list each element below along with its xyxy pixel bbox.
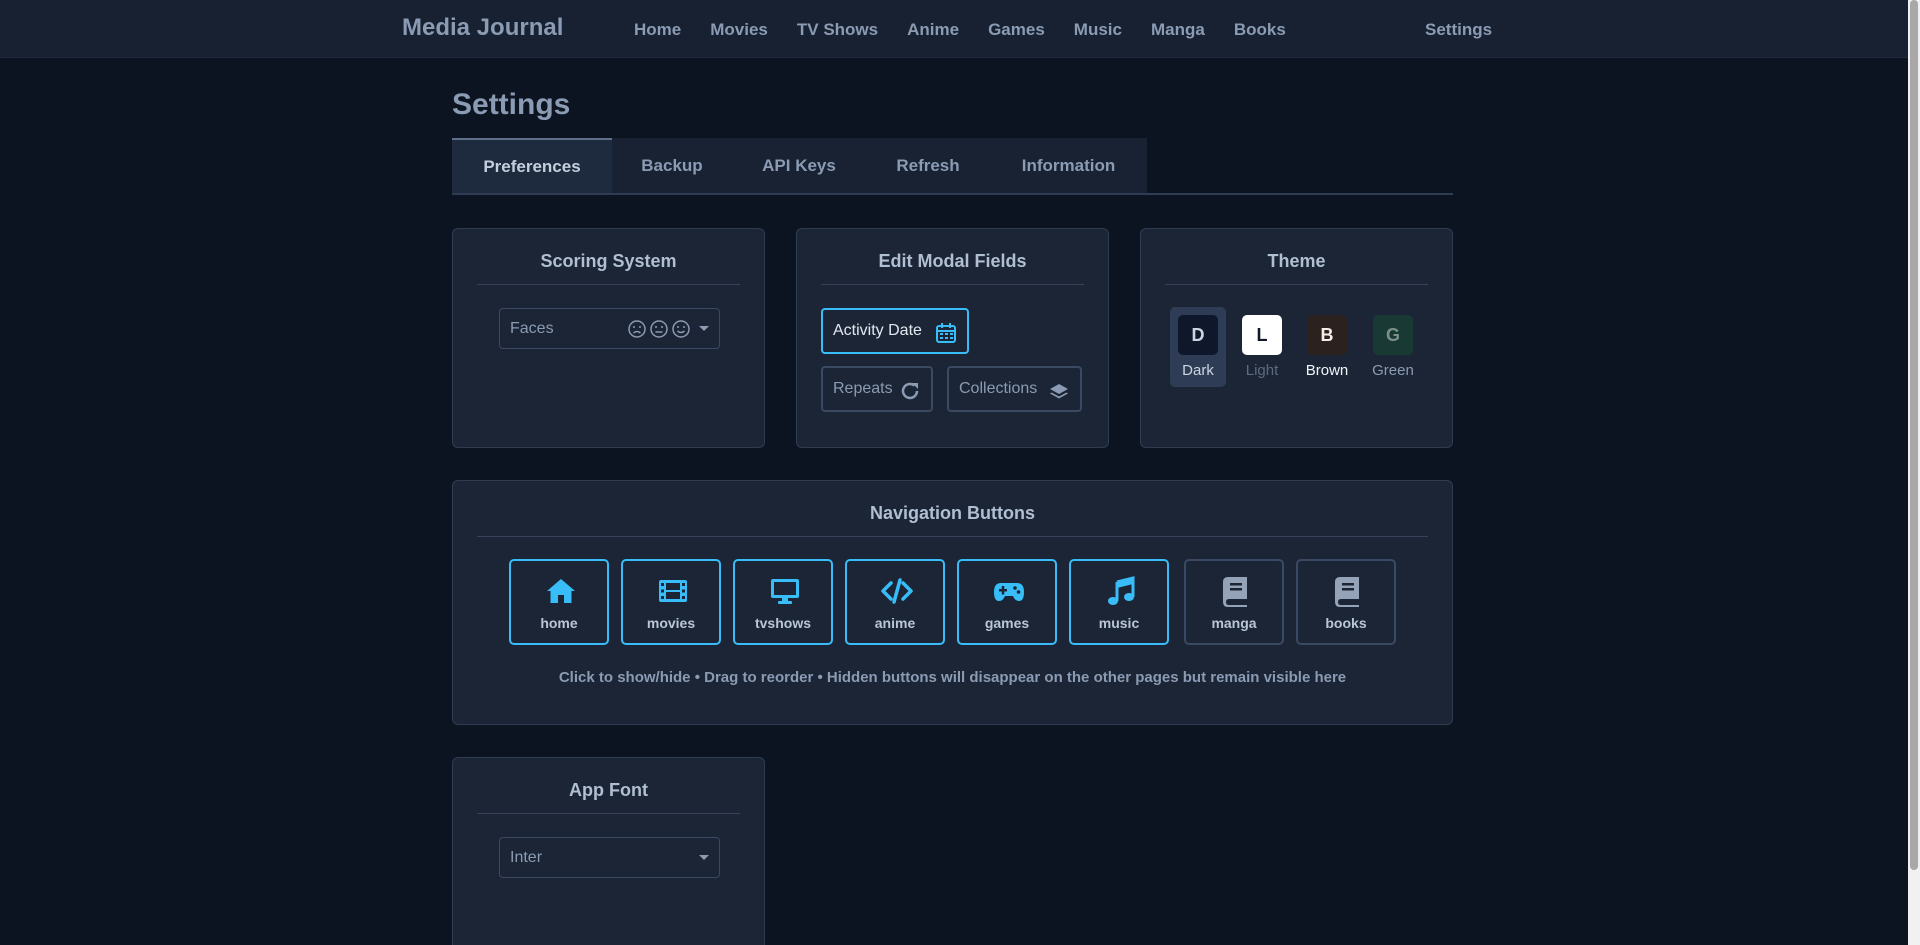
nav-link-manga[interactable]: Manga [1151, 20, 1205, 40]
film-icon [659, 580, 687, 602]
scoring-system-card: Scoring System Faces [452, 228, 765, 448]
nav-link-books[interactable]: Books [1234, 20, 1286, 40]
theme-option-brown[interactable]: B Brown [1299, 307, 1355, 387]
music-note-icon [1108, 576, 1135, 605]
tab-api-keys[interactable]: API Keys [732, 138, 866, 193]
tab-preferences[interactable]: Preferences [452, 138, 612, 193]
sad-face-icon [628, 320, 646, 338]
tab-information[interactable]: Information [990, 138, 1147, 193]
neutral-face-icon [650, 320, 668, 338]
tab-backup[interactable]: Backup [612, 138, 732, 193]
app-font-title: App Font [477, 780, 740, 814]
nav-toggle-label: manga [1211, 615, 1257, 631]
nav-link-movies[interactable]: Movies [710, 20, 768, 40]
nav-toggle-label: music [1098, 615, 1140, 631]
theme-option-green[interactable]: G Green [1365, 307, 1421, 387]
nav-link-settings[interactable]: Settings [1425, 20, 1492, 40]
nav-link-home[interactable]: Home [634, 20, 681, 40]
settings-tabs: Preferences Backup API Keys Refresh Info… [452, 138, 1453, 195]
theme-swatch: D [1178, 315, 1218, 355]
nav-link-games[interactable]: Games [988, 20, 1045, 40]
home-icon [547, 579, 575, 603]
theme-title: Theme [1165, 251, 1428, 285]
theme-swatch: G [1373, 315, 1413, 355]
nav-toggle-label: books [1325, 615, 1367, 631]
nav-toggle-label: home [540, 615, 578, 631]
app-font-select[interactable]: Inter [499, 837, 720, 878]
nav-toggle-label: movies [646, 615, 696, 631]
field-label: Collections [959, 380, 1038, 397]
field-toggle-activity-date[interactable]: Activity Date [821, 308, 969, 354]
nav-toggle-anime[interactable]: anime [845, 559, 945, 645]
nav-toggle-label: tvshows [754, 615, 811, 631]
layers-icon [1050, 384, 1068, 399]
nav-toggle-label: anime [874, 615, 916, 631]
brand-logo-text[interactable]: Media Journal [402, 14, 563, 42]
theme-swatch: B [1307, 315, 1347, 355]
calendar-icon [936, 323, 956, 343]
nav-toggle-music[interactable]: music [1069, 559, 1169, 645]
nav-toggle-books[interactable]: books [1296, 559, 1396, 645]
nav-toggle-tvshows[interactable]: tvshows [733, 559, 833, 645]
scoring-system-select[interactable]: Faces [499, 308, 720, 349]
navigation-buttons-hint: Click to show/hide • Drag to reorder • H… [558, 669, 1347, 686]
gamepad-icon [994, 583, 1024, 601]
code-icon [881, 578, 913, 604]
edit-modal-fields-title: Edit Modal Fields [821, 251, 1084, 285]
app-font-card: App Font Inter [452, 757, 765, 945]
field-label: Activity Date [833, 322, 922, 339]
book-icon [1335, 577, 1359, 607]
tv-icon [771, 579, 799, 604]
edit-modal-fields-card: Edit Modal Fields Activity Date Repeats … [796, 228, 1109, 448]
nav-link-music[interactable]: Music [1074, 20, 1122, 40]
page-scrollbar[interactable] [1908, 0, 1920, 945]
nav-link-anime[interactable]: Anime [907, 20, 959, 40]
scoring-system-title: Scoring System [477, 251, 740, 285]
theme-label: Brown [1305, 362, 1349, 379]
chevron-down-icon [699, 326, 709, 331]
scrollbar-thumb[interactable] [1910, 0, 1918, 870]
field-label: Repeats [833, 380, 893, 397]
nav-toggle-label: games [984, 615, 1030, 631]
book-icon [1223, 577, 1247, 607]
theme-swatch: L [1242, 315, 1282, 355]
nav-toggle-movies[interactable]: movies [621, 559, 721, 645]
nav-link-tvshows[interactable]: TV Shows [797, 20, 878, 40]
happy-face-icon [672, 320, 690, 338]
theme-label: Green [1372, 362, 1414, 379]
scoring-system-value: Faces [510, 319, 554, 337]
theme-option-dark[interactable]: D Dark [1170, 307, 1226, 387]
page-title: Settings [452, 88, 571, 121]
nav-toggle-home[interactable]: home [509, 559, 609, 645]
nav-toggle-manga[interactable]: manga [1184, 559, 1284, 645]
tab-refresh[interactable]: Refresh [866, 138, 990, 193]
field-toggle-collections[interactable]: Collections [947, 366, 1082, 412]
main-nav-links: Home Movies TV Shows Anime Games Music M… [634, 20, 1315, 40]
top-nav-bar: Media Journal Home Movies TV Shows Anime… [0, 0, 1908, 58]
field-toggle-repeats[interactable]: Repeats [821, 366, 933, 412]
navigation-buttons-title: Navigation Buttons [477, 503, 1428, 537]
refresh-icon [901, 382, 919, 400]
chevron-down-icon [699, 855, 709, 860]
nav-toggle-games[interactable]: games [957, 559, 1057, 645]
app-font-value: Inter [510, 848, 543, 866]
theme-option-light[interactable]: L Light [1234, 307, 1290, 387]
